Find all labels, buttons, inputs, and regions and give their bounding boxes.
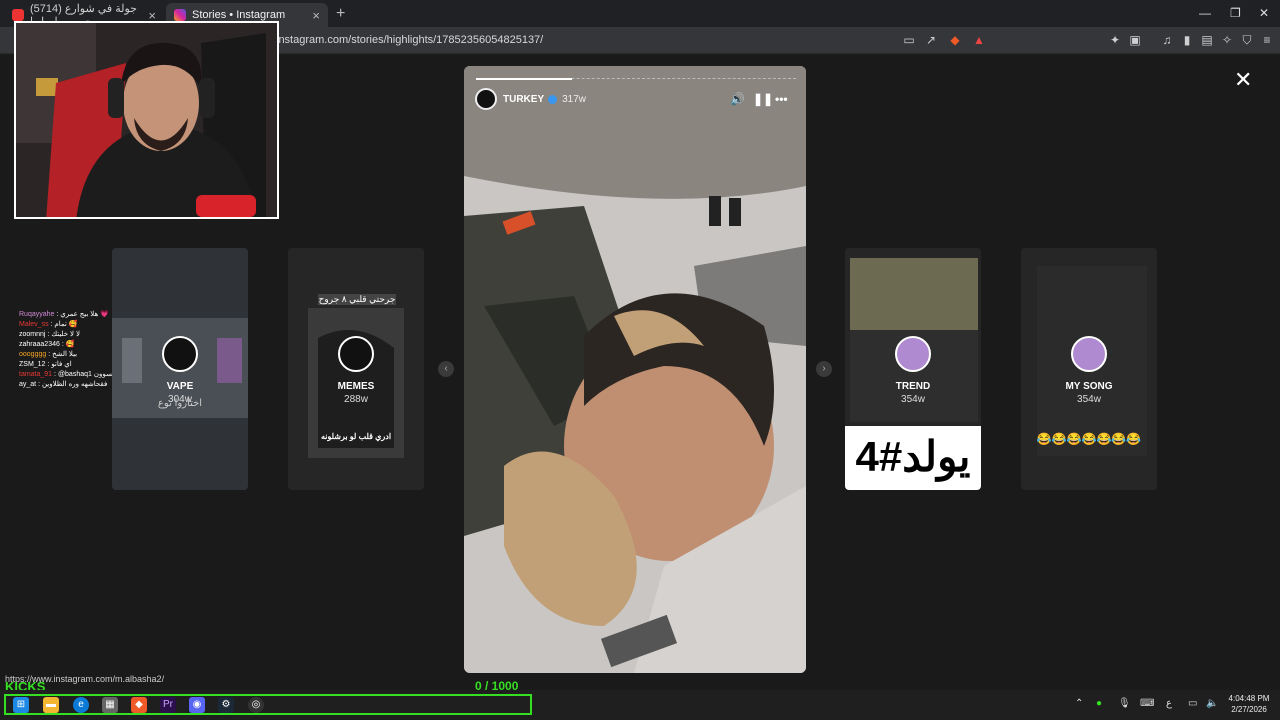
microphone-icon[interactable]: 🎙 bbox=[1118, 698, 1131, 709]
highlight-banner: يولد#4 bbox=[855, 433, 971, 480]
clock-time[interactable]: 4:04:48 PM bbox=[1226, 694, 1272, 703]
verified-icon bbox=[548, 94, 558, 104]
story-username[interactable]: TURKEY bbox=[503, 94, 544, 105]
highlight-title: TREND bbox=[895, 381, 931, 392]
highlight-header: جرحتي قلبي ٨ جروح bbox=[318, 294, 396, 305]
webcam-overlay bbox=[14, 21, 279, 219]
highlight-card-memes[interactable]: جرحتي قلبي ٨ جروح MEMES 288w ادري قلب لو… bbox=[288, 248, 424, 490]
store-icon[interactable]: ▦ bbox=[102, 697, 118, 713]
clock-date[interactable]: 2/27/2026 bbox=[1226, 705, 1272, 714]
volume-icon[interactable]: 🔈 bbox=[1206, 698, 1218, 709]
more-options-icon[interactable]: ••• bbox=[775, 92, 788, 106]
menu-icon[interactable]: ≡ bbox=[1260, 33, 1274, 47]
youtube-icon bbox=[12, 9, 24, 21]
sidebar-icon[interactable]: ▮ bbox=[1180, 33, 1194, 47]
brave-rewards-icon[interactable]: ▲ bbox=[972, 33, 986, 47]
highlight-card-vape[interactable]: VAPE 304w اختاروا نوع bbox=[112, 248, 248, 490]
highlight-avatar bbox=[338, 336, 374, 372]
highlight-title: MEMES bbox=[337, 381, 375, 392]
edge-icon[interactable]: e bbox=[73, 697, 89, 713]
tray-overflow-icon[interactable]: ⌃ bbox=[1075, 698, 1083, 709]
url-field[interactable]: instagram.com/stories/highlights/1785235… bbox=[276, 34, 543, 46]
wallet-icon[interactable]: ▣ bbox=[1128, 33, 1142, 47]
highlight-time: 354w bbox=[1077, 394, 1101, 405]
previous-story-icon[interactable]: ‹ bbox=[438, 361, 454, 377]
mute-icon[interactable]: 🔊 bbox=[730, 92, 745, 106]
extensions-icon[interactable]: ✦ bbox=[1108, 33, 1122, 47]
brave-shield-icon[interactable]: ◆ bbox=[948, 33, 962, 47]
story-avatar[interactable] bbox=[475, 88, 497, 110]
story-progress-bar bbox=[476, 78, 796, 80]
story-image bbox=[464, 66, 806, 673]
highlight-card-trend[interactable]: TREND 354w يولد#4 bbox=[845, 248, 981, 490]
restore-icon[interactable]: ❐ bbox=[1230, 6, 1241, 20]
window-close-icon[interactable]: ✕ bbox=[1259, 6, 1269, 20]
story-time: 317w bbox=[562, 93, 587, 105]
tab-title: Stories • Instagram bbox=[192, 9, 286, 21]
highlight-caption: ادري قلب لو برشلونه bbox=[320, 432, 392, 441]
highlight-avatar bbox=[895, 336, 931, 372]
story-progress-fill bbox=[476, 78, 572, 80]
tray-app-icon[interactable]: ● bbox=[1096, 698, 1102, 709]
minimize-icon[interactable]: — bbox=[1199, 6, 1211, 20]
highlight-emojis: 😂😂😂😂😂😂😂 bbox=[1036, 432, 1142, 446]
highlight-avatar bbox=[1071, 336, 1107, 372]
steam-icon[interactable]: ⚙ bbox=[218, 697, 234, 713]
close-tab-icon[interactable]: × bbox=[312, 8, 320, 23]
wallet2-icon[interactable]: ▤ bbox=[1200, 33, 1214, 47]
highlight-title: VAPE bbox=[166, 381, 194, 392]
highlight-time: 354w bbox=[901, 394, 925, 405]
premiere-icon[interactable]: Pr bbox=[160, 697, 176, 713]
leo-ai-icon[interactable]: ✧ bbox=[1220, 33, 1234, 47]
highlight-time: 288w bbox=[344, 394, 368, 405]
vpn-icon[interactable]: ⛉ bbox=[1240, 33, 1254, 47]
pause-icon[interactable]: ❚❚ bbox=[753, 92, 773, 106]
highlight-title: MY SONG bbox=[1065, 381, 1113, 392]
instagram-icon bbox=[174, 9, 186, 21]
network-icon[interactable]: ▭ bbox=[1188, 698, 1197, 709]
music-icon[interactable]: ♫ bbox=[1160, 33, 1174, 47]
next-story-icon[interactable]: › bbox=[816, 361, 832, 377]
discord-icon[interactable]: ◉ bbox=[189, 697, 205, 713]
highlight-avatar bbox=[162, 336, 198, 372]
story-header: TURKEY 317w bbox=[475, 88, 797, 110]
language-indicator[interactable]: ع bbox=[1166, 698, 1172, 709]
story-viewer[interactable] bbox=[464, 66, 806, 673]
file-explorer-icon[interactable]: ▬ bbox=[43, 697, 59, 713]
keyboard-icon[interactable]: ⌨ bbox=[1140, 698, 1154, 709]
streamer-image bbox=[16, 23, 277, 217]
close-stories-icon[interactable]: ✕ bbox=[1234, 67, 1252, 93]
cast-icon[interactable]: ▭ bbox=[902, 33, 916, 47]
share-icon[interactable]: ↗ bbox=[924, 33, 938, 47]
obs-icon[interactable]: ◎ bbox=[248, 697, 264, 713]
highlight-caption: اختاروا نوع bbox=[157, 398, 203, 409]
windows-start-icon[interactable]: ⊞ bbox=[13, 697, 29, 713]
highlight-card-my-song[interactable]: MY SONG 354w 😂😂😂😂😂😂😂 bbox=[1021, 248, 1157, 490]
new-tab-button[interactable]: + bbox=[336, 5, 345, 23]
brave-icon[interactable]: ◆ bbox=[131, 697, 147, 713]
